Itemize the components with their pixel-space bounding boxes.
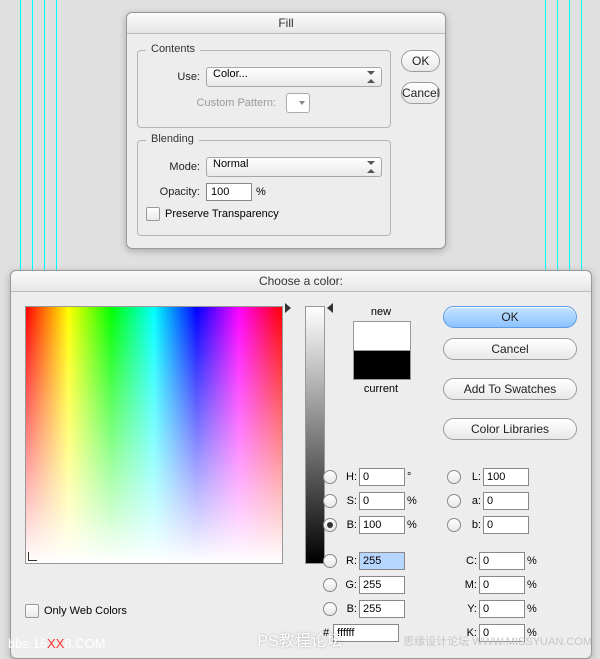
m-unit: % bbox=[527, 579, 541, 591]
b2-input[interactable] bbox=[359, 600, 405, 618]
current-label: current bbox=[345, 383, 417, 395]
g-radio[interactable] bbox=[323, 578, 337, 592]
opacity-unit: % bbox=[256, 186, 266, 198]
picker-ok-button[interactable]: OK bbox=[443, 306, 577, 328]
b2-label: B: bbox=[341, 603, 357, 615]
watermark-main: PS教程论坛 bbox=[257, 627, 342, 651]
l-label: L: bbox=[465, 471, 481, 483]
mode-label: Mode: bbox=[146, 161, 200, 173]
lab-b-label: b: bbox=[465, 519, 481, 531]
add-to-swatches-button[interactable]: Add To Swatches bbox=[443, 378, 577, 400]
current-color-swatch[interactable] bbox=[353, 350, 411, 380]
custom-pattern-swatch[interactable] bbox=[286, 93, 310, 113]
blending-group-label: Blending bbox=[146, 133, 199, 145]
s-label: S: bbox=[341, 495, 357, 507]
h-input[interactable] bbox=[359, 468, 405, 486]
y-label: Y: bbox=[447, 603, 477, 615]
watermark-left: bbs.16XX8.COM bbox=[8, 636, 106, 651]
only-web-colors-checkbox[interactable] bbox=[25, 604, 39, 618]
picker-cancel-button[interactable]: Cancel bbox=[443, 338, 577, 360]
slider-arrow-icon bbox=[285, 303, 291, 313]
mode-select[interactable]: Normal bbox=[206, 157, 382, 177]
b-radio[interactable] bbox=[323, 518, 337, 532]
a-label: a: bbox=[465, 495, 481, 507]
preserve-transparency-checkbox[interactable] bbox=[146, 207, 160, 221]
fill-title[interactable]: Fill bbox=[127, 13, 445, 34]
c-unit: % bbox=[527, 555, 541, 567]
watermark-right: 思缘设计论坛 WWW.MISSYUAN.COM bbox=[403, 633, 592, 649]
s-radio[interactable] bbox=[323, 494, 337, 508]
fill-cancel-button[interactable]: Cancel bbox=[401, 82, 440, 104]
a-radio[interactable] bbox=[447, 494, 461, 508]
a-input[interactable] bbox=[483, 492, 529, 510]
h-radio[interactable] bbox=[323, 470, 337, 484]
brightness-slider[interactable] bbox=[305, 306, 325, 564]
l-radio[interactable] bbox=[447, 470, 461, 484]
r-label: R: bbox=[341, 555, 357, 567]
y-input[interactable] bbox=[479, 600, 525, 618]
slider-arrow-icon bbox=[327, 303, 333, 313]
h-label: H: bbox=[341, 471, 357, 483]
c-label: C: bbox=[447, 555, 477, 567]
opacity-label: Opacity: bbox=[146, 186, 200, 198]
lab-b-radio[interactable] bbox=[447, 518, 461, 532]
g-input[interactable] bbox=[359, 576, 405, 594]
b-input[interactable] bbox=[359, 516, 405, 534]
s-unit: % bbox=[407, 495, 421, 507]
custom-pattern-label: Custom Pattern: bbox=[146, 97, 276, 109]
s-input[interactable] bbox=[359, 492, 405, 510]
m-label: M: bbox=[447, 579, 477, 591]
opacity-input[interactable] bbox=[206, 183, 252, 201]
new-label: new bbox=[345, 306, 417, 318]
m-input[interactable] bbox=[479, 576, 525, 594]
h-unit: ° bbox=[407, 471, 421, 483]
r-radio[interactable] bbox=[323, 554, 337, 568]
only-web-colors-label: Only Web Colors bbox=[44, 605, 127, 617]
b2-radio[interactable] bbox=[323, 602, 337, 616]
b-unit: % bbox=[407, 519, 421, 531]
contents-group-label: Contents bbox=[146, 43, 200, 55]
hex-input[interactable] bbox=[333, 624, 399, 642]
g-label: G: bbox=[341, 579, 357, 591]
new-color-swatch[interactable] bbox=[353, 321, 411, 350]
fill-dialog: Fill Contents Use: Color... Custom Patte… bbox=[126, 12, 446, 249]
c-input[interactable] bbox=[479, 552, 525, 570]
picker-title[interactable]: Choose a color: bbox=[11, 271, 591, 292]
r-input[interactable] bbox=[359, 552, 405, 570]
y-unit: % bbox=[527, 603, 541, 615]
picker-cursor-icon bbox=[28, 552, 37, 561]
fill-ok-button[interactable]: OK bbox=[401, 50, 440, 72]
color-spectrum[interactable] bbox=[25, 306, 283, 564]
color-picker-dialog: Choose a color: new current OK bbox=[10, 270, 592, 659]
color-libraries-button[interactable]: Color Libraries bbox=[443, 418, 577, 440]
preserve-transparency-label: Preserve Transparency bbox=[165, 208, 279, 220]
l-input[interactable] bbox=[483, 468, 529, 486]
use-select[interactable]: Color... bbox=[206, 67, 382, 87]
use-label: Use: bbox=[146, 71, 200, 83]
lab-b-input[interactable] bbox=[483, 516, 529, 534]
b-label: B: bbox=[341, 519, 357, 531]
